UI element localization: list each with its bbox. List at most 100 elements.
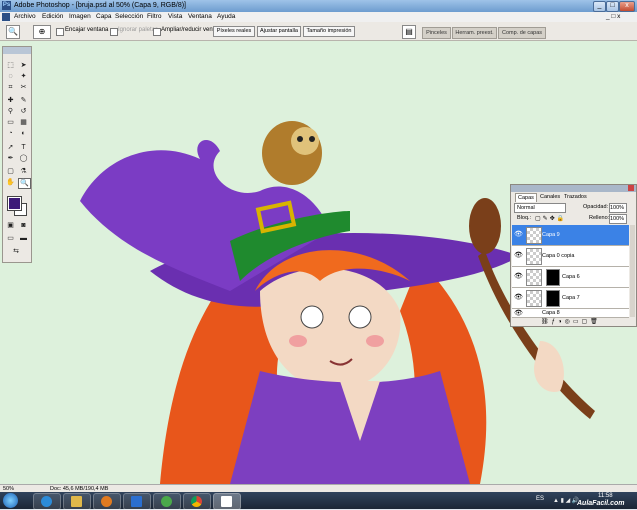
eye-icon[interactable]: 👁 <box>514 294 523 301</box>
lasso-tool-icon[interactable]: ◌ <box>5 72 16 81</box>
resize-window-label: Ampliar/reducir vent. <box>161 27 217 33</box>
maximize-button[interactable]: □ <box>606 1 619 12</box>
path-selection-icon[interactable]: ➚ <box>5 143 16 152</box>
ignore-palettes-checkbox[interactable] <box>110 28 118 36</box>
layers-panel-header[interactable] <box>511 185 636 192</box>
dodge-tool-icon[interactable]: ◐ <box>18 129 29 138</box>
pen-tool-icon[interactable]: ✒ <box>5 154 16 163</box>
actual-pixels-button[interactable]: Píxeles reales <box>213 26 255 37</box>
screen-mode-icon[interactable]: ▭ <box>5 234 16 243</box>
layers-panel: Capas Canales Trazados Normal Opacidad: … <box>510 184 637 327</box>
fit-window-label: Encajar ventana <box>65 27 109 33</box>
layer-row-capa-0-copia[interactable]: 👁 Capa 0 copia <box>512 246 629 267</box>
clock[interactable]: 11:58 <box>598 493 613 499</box>
magic-wand-tool-icon[interactable]: ✦ <box>18 72 29 81</box>
opacity-input[interactable]: 100% <box>609 203 627 213</box>
palette-brushes-tab[interactable]: Pinceles <box>422 27 451 39</box>
chrome-taskbar-icon[interactable] <box>183 493 211 510</box>
layer-name: Capa 6 <box>562 274 580 280</box>
tab-channels[interactable]: Canales <box>538 193 562 201</box>
standard-mode-icon[interactable]: ▣ <box>5 221 16 230</box>
layer-row-capa-6[interactable]: 👁 Capa 6 <box>512 267 629 288</box>
eye-icon[interactable]: 👁 <box>514 273 523 280</box>
minimize-button[interactable]: _ <box>593 1 606 12</box>
menu-ventana[interactable]: Ventana <box>188 13 212 20</box>
clone-stamp-icon[interactable]: ⚲ <box>5 107 16 116</box>
palette-tool-presets-tab[interactable]: Herram. preest. <box>452 27 497 39</box>
acrobat-taskbar-icon[interactable] <box>213 493 241 510</box>
opacity-label: Opacidad: <box>583 204 609 210</box>
menu-ayuda[interactable]: Ayuda <box>217 13 235 20</box>
gradient-tool-icon[interactable]: ▦ <box>18 118 29 127</box>
layer-row-capa-8[interactable]: 👁 Capa 8 <box>512 309 629 318</box>
blend-mode-select[interactable]: Normal <box>514 203 566 213</box>
resize-window-checkbox[interactable] <box>153 28 161 36</box>
lock-icons[interactable]: ▢✎✥🔒 <box>535 215 566 222</box>
file-browser-icon[interactable]: ▤ <box>402 25 416 39</box>
zoom-in-out-icon[interactable]: ⊕ <box>33 25 51 39</box>
hand-tool-icon[interactable]: ✋ <box>5 178 16 187</box>
zoom-tool-icon[interactable]: 🔍 <box>6 25 20 39</box>
menu-bar: Archivo Edición Imagen Capa Selección Fi… <box>0 12 637 22</box>
doc-minimize-button[interactable]: _ □ x <box>606 13 620 20</box>
menu-imagen[interactable]: Imagen <box>69 13 91 20</box>
start-button-icon[interactable] <box>3 493 18 508</box>
move-tool-icon[interactable]: ➤ <box>18 61 29 70</box>
fill-input[interactable]: 100% <box>609 214 627 224</box>
tab-paths[interactable]: Trazados <box>562 193 589 201</box>
zoom-tool-box-icon[interactable]: 🔍 <box>18 178 31 189</box>
marquee-tool-icon[interactable]: ⬚ <box>5 61 16 70</box>
fit-screen-button[interactable]: Ajustar pantalla <box>257 26 301 37</box>
photoshop-menu-icon <box>2 13 10 21</box>
close-button[interactable]: x <box>619 1 635 12</box>
tray-icons[interactable]: ▲ ▮ ◢ 🔊 <box>553 497 579 504</box>
layer-mask-thumbnail[interactable] <box>546 269 560 286</box>
close-icon[interactable] <box>628 185 634 191</box>
layer-thumbnail <box>526 269 542 286</box>
palette-layer-comps-tab[interactable]: Comp. de capas <box>498 27 546 39</box>
watermark-logo: AulaFacil.com <box>577 500 625 507</box>
layers-scrollbar[interactable] <box>630 225 635 317</box>
eye-icon[interactable]: 👁 <box>514 252 523 259</box>
healing-brush-icon[interactable]: ✚ <box>5 96 16 105</box>
tab-layers[interactable]: Capas <box>515 193 537 202</box>
crop-tool-icon[interactable]: ⌗ <box>5 83 16 92</box>
ie-taskbar-icon[interactable] <box>33 493 61 510</box>
toolbox-grip[interactable] <box>3 47 31 54</box>
eye-icon[interactable]: 👁 <box>514 310 523 317</box>
layer-name: Capa 8 <box>542 310 560 316</box>
menu-vista[interactable]: Vista <box>168 13 182 20</box>
layer-row-capa-9[interactable]: 👁 Capa 9 <box>512 225 629 246</box>
layers-footer-icons[interactable]: ⛓ƒ◑◎▭▢🗑 <box>541 318 601 325</box>
eye-icon[interactable]: 👁 <box>514 231 523 238</box>
brush-tool-icon[interactable]: ✎ <box>18 96 29 105</box>
layer-name: Capa 7 <box>562 295 580 301</box>
explorer-taskbar-icon[interactable] <box>63 493 91 510</box>
imageready-jump-icon[interactable]: ⇆ <box>5 247 27 256</box>
menu-seleccion[interactable]: Selección <box>115 13 143 20</box>
foreground-color-swatch[interactable] <box>7 196 22 211</box>
layer-mask-thumbnail[interactable] <box>546 290 560 307</box>
fit-window-checkbox[interactable] <box>56 28 64 36</box>
media-player-taskbar-icon[interactable] <box>93 493 121 510</box>
history-brush-icon[interactable]: ↺ <box>18 107 29 116</box>
eyedropper-tool-icon[interactable]: ⚗ <box>18 167 29 176</box>
messenger-taskbar-icon[interactable] <box>153 493 181 510</box>
full-screen-mode-icon[interactable]: ▬ <box>18 234 29 243</box>
eraser-tool-icon[interactable]: ▭ <box>5 118 16 127</box>
print-size-button[interactable]: Tamaño impresión <box>303 26 355 37</box>
layer-row-capa-7[interactable]: 👁 Capa 7 <box>512 288 629 309</box>
slice-tool-icon[interactable]: ✂ <box>18 83 29 92</box>
type-tool-icon[interactable]: T <box>18 143 29 152</box>
language-indicator[interactable]: ES <box>536 496 544 502</box>
menu-edicion[interactable]: Edición <box>42 13 63 20</box>
shape-tool-icon[interactable]: ◯ <box>18 154 29 163</box>
blur-tool-icon[interactable]: ◔ <box>5 129 16 138</box>
quick-mask-icon[interactable]: ◙ <box>18 221 29 230</box>
notes-tool-icon[interactable]: ▢ <box>5 167 16 176</box>
menu-archivo[interactable]: Archivo <box>14 13 36 20</box>
fill-label: Relleno: <box>589 215 610 221</box>
menu-capa[interactable]: Capa <box>96 13 112 20</box>
photoshop-taskbar-icon[interactable] <box>123 493 151 510</box>
menu-filtro[interactable]: Filtro <box>147 13 161 20</box>
